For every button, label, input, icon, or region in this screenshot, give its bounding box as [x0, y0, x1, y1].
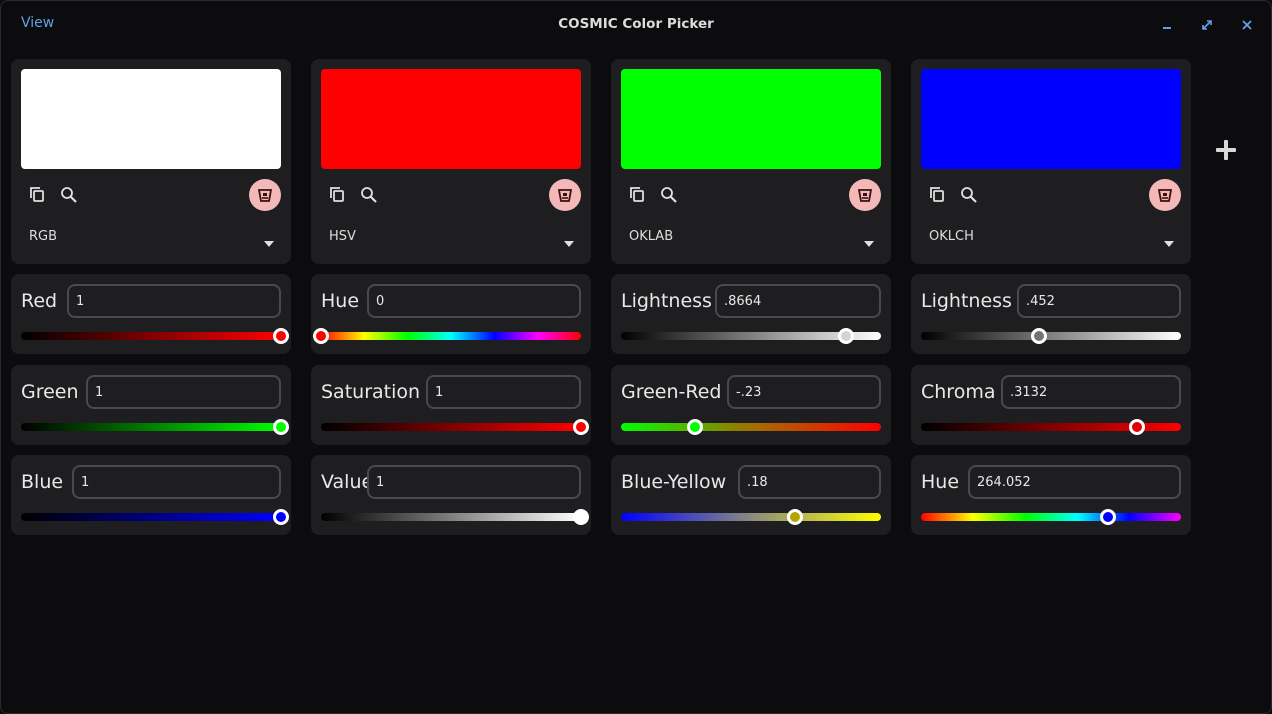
- channel-card: Green-Red: [611, 365, 891, 445]
- close-icon[interactable]: [1238, 14, 1256, 34]
- color-model-label[interactable]: RGB: [29, 229, 57, 244]
- channel-value-input[interactable]: [1017, 284, 1181, 318]
- delete-button[interactable]: [249, 179, 281, 211]
- channel-card: Hue: [911, 455, 1191, 535]
- channel-label: Red: [21, 290, 58, 312]
- slider-thumb[interactable]: [787, 509, 804, 525]
- color-card-rgb: RGB: [11, 59, 291, 264]
- channel-label: Blue: [21, 471, 64, 493]
- channel-label: Chroma: [921, 381, 996, 403]
- slider-thumb[interactable]: [1030, 328, 1047, 344]
- delete-icon: [1157, 189, 1173, 202]
- delete-icon: [557, 189, 573, 202]
- minimize-icon[interactable]: [1158, 14, 1176, 34]
- delete-button[interactable]: [1149, 179, 1181, 211]
- channel-slider[interactable]: [621, 328, 881, 344]
- delete-icon: [857, 189, 873, 202]
- channel-value-input[interactable]: [426, 375, 581, 409]
- color-swatch[interactable]: [921, 69, 1181, 169]
- channel-slider[interactable]: [621, 419, 881, 435]
- channel-card: Chroma: [911, 365, 1191, 445]
- channel-value-input[interactable]: [715, 284, 881, 318]
- channel-value-input[interactable]: [738, 465, 881, 499]
- add-color-button[interactable]: [1215, 139, 1237, 161]
- color-model-label[interactable]: OKLAB: [629, 229, 673, 244]
- color-model-label[interactable]: OKLCH: [929, 229, 974, 244]
- channel-value-input[interactable]: [67, 284, 281, 318]
- channel-slider[interactable]: [321, 419, 589, 435]
- channel-card: Green: [11, 365, 291, 445]
- color-card-hsv: HSV: [311, 59, 591, 264]
- search-icon[interactable]: [59, 185, 79, 205]
- channel-label: Green: [21, 381, 79, 403]
- channel-value-input[interactable]: [968, 465, 1181, 499]
- window-title: COSMIC Color Picker: [558, 16, 714, 32]
- channel-card: Hue: [311, 274, 591, 354]
- chevron-down-icon[interactable]: [563, 233, 575, 247]
- slider-thumb[interactable]: [573, 419, 589, 435]
- channel-card: Saturation: [311, 365, 591, 445]
- slider-thumb[interactable]: [1128, 419, 1145, 435]
- channel-label: Hue: [921, 471, 960, 493]
- slider-thumb[interactable]: [313, 328, 329, 344]
- slider-thumb[interactable]: [573, 509, 589, 525]
- slider-thumb[interactable]: [1100, 509, 1117, 525]
- channel-label: Saturation: [321, 381, 421, 403]
- channel-label: Lightness: [921, 290, 1012, 312]
- color-model-label[interactable]: HSV: [329, 229, 356, 244]
- channel-label: Blue-Yellow: [621, 471, 727, 493]
- color-card-oklch: OKLCH: [911, 59, 1191, 264]
- chevron-down-icon[interactable]: [263, 233, 275, 247]
- search-icon[interactable]: [359, 185, 379, 205]
- color-swatch[interactable]: [621, 69, 881, 169]
- chevron-down-icon[interactable]: [1163, 233, 1175, 247]
- channel-slider[interactable]: [921, 419, 1181, 435]
- channel-card: Red: [11, 274, 291, 354]
- channel-value-input[interactable]: [72, 465, 281, 499]
- chevron-down-icon[interactable]: [863, 233, 875, 247]
- channel-card: Blue: [11, 455, 291, 535]
- slider-thumb[interactable]: [687, 419, 704, 435]
- plus-icon: [1216, 140, 1236, 160]
- channel-slider[interactable]: [621, 509, 881, 525]
- channel-label: Hue: [321, 290, 360, 312]
- maximize-icon[interactable]: [1198, 14, 1216, 34]
- channel-value-input[interactable]: [1001, 375, 1181, 409]
- channel-value-input[interactable]: [367, 284, 581, 318]
- channel-slider[interactable]: [921, 509, 1181, 525]
- channel-label: Lightness: [621, 290, 712, 312]
- channel-slider[interactable]: [313, 328, 581, 344]
- copy-icon[interactable]: [328, 185, 348, 205]
- copy-icon[interactable]: [928, 185, 948, 205]
- channel-card: Lightness: [611, 274, 891, 354]
- channel-value-input[interactable]: [86, 375, 281, 409]
- delete-icon: [257, 189, 273, 202]
- channel-value-input[interactable]: [367, 465, 581, 499]
- copy-icon[interactable]: [28, 185, 48, 205]
- color-card-oklab: OKLAB: [611, 59, 891, 264]
- channel-card: Blue-Yellow: [611, 455, 891, 535]
- slider-thumb[interactable]: [273, 419, 289, 435]
- color-swatch[interactable]: [321, 69, 581, 169]
- channel-slider[interactable]: [921, 328, 1181, 344]
- channel-label: Value: [321, 471, 374, 493]
- delete-button[interactable]: [849, 179, 881, 211]
- copy-icon[interactable]: [628, 185, 648, 205]
- channel-value-input[interactable]: [727, 375, 881, 409]
- channel-slider[interactable]: [21, 419, 289, 435]
- channel-slider[interactable]: [21, 328, 289, 344]
- header-bar: View COSMIC Color Picker: [0, 0, 1272, 48]
- search-icon[interactable]: [959, 185, 979, 205]
- slider-thumb[interactable]: [273, 509, 289, 525]
- channel-card: Lightness: [911, 274, 1191, 354]
- channel-card: Value: [311, 455, 591, 535]
- channel-slider[interactable]: [21, 509, 289, 525]
- channel-slider[interactable]: [321, 509, 589, 525]
- search-icon[interactable]: [659, 185, 679, 205]
- color-swatch[interactable]: [21, 69, 281, 169]
- slider-thumb[interactable]: [838, 328, 855, 344]
- channel-label: Green-Red: [621, 381, 722, 403]
- delete-button[interactable]: [549, 179, 581, 211]
- slider-thumb[interactable]: [273, 328, 289, 344]
